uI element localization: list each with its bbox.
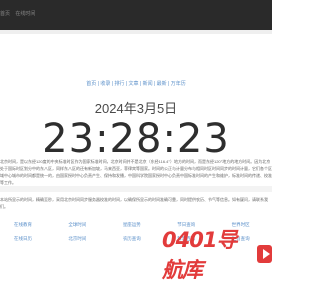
link-item[interactable]: 在线教育 xyxy=(0,222,54,236)
link-item[interactable]: 星座运势 xyxy=(109,222,163,236)
intro-paragraph: 北京时间，是以东经120度的中央标准时区作为国家标准时间，北京时间并不是北京（东… xyxy=(0,159,272,185)
main-nav[interactable]: 首页 | 收录 | 排行 | 文章 | 新闻 | 最新 | 万年历 xyxy=(0,80,272,87)
current-date: 2024年3月5日 xyxy=(94,101,178,116)
link-item[interactable]: 农历查询 xyxy=(109,236,163,250)
link-item[interactable]: 北京时间 xyxy=(54,236,108,250)
link-item[interactable]: 全球时间 xyxy=(54,222,108,236)
top-bar-divider xyxy=(0,30,272,34)
current-time: 23:28:23 xyxy=(42,116,230,162)
play-arrow-icon xyxy=(257,245,272,263)
site-watermark: 0401导航库 xyxy=(162,228,272,282)
breadcrumb: 首页 在线时间 xyxy=(0,10,39,17)
top-bar xyxy=(0,0,272,30)
breadcrumb-current[interactable]: 在线时间 xyxy=(15,11,35,17)
link-item[interactable]: 在线日历 xyxy=(0,236,54,250)
section-divider xyxy=(0,186,272,192)
watermark-text: 0401导航库 xyxy=(162,228,237,282)
note-paragraph: 本站所显示的时间，精确至秒，采用北京时间同步服务器校准的时间，以确保所显示的时间… xyxy=(0,197,268,209)
breadcrumb-home[interactable]: 首页 xyxy=(0,11,10,17)
